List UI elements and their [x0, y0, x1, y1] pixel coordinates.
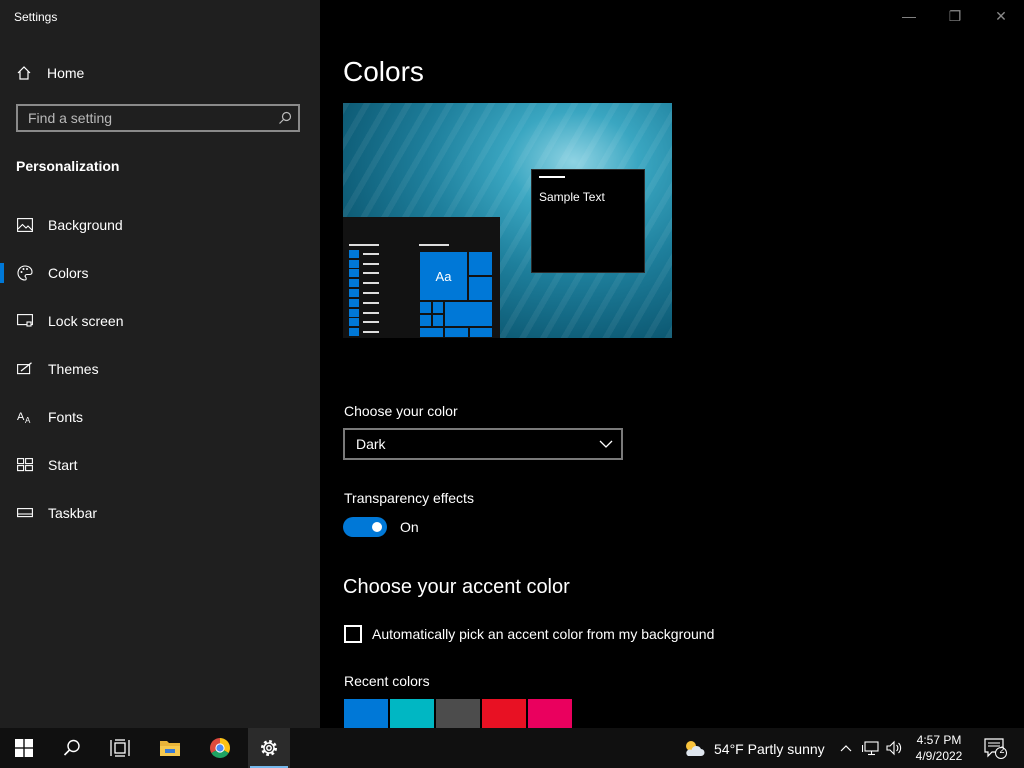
search-button[interactable] [48, 728, 96, 768]
sidebar-item-taskbar[interactable]: Taskbar [0, 493, 320, 533]
preview-sample-window: Sample Text [531, 169, 645, 273]
windows-logo-icon [15, 739, 33, 757]
auto-accent-checkbox[interactable] [344, 625, 362, 643]
search-icon [279, 111, 292, 124]
clock[interactable]: 4:57 PM 4/9/2022 [908, 732, 970, 764]
home-link[interactable]: Home [16, 62, 84, 84]
sidebar-item-label: Fonts [48, 409, 84, 425]
svg-text:A: A [17, 411, 25, 423]
taskbar-icon [17, 505, 33, 521]
window-controls: — ❐ ✕ [886, 0, 1024, 32]
sidebar-item-label: Start [48, 457, 78, 473]
page-title: Colors [343, 56, 424, 87]
preview-tile-aa: Aa [419, 251, 468, 301]
sidebar-item-themes[interactable]: Themes [0, 349, 320, 389]
weather-widget[interactable] [680, 728, 708, 768]
lock-screen-icon [17, 313, 33, 329]
search-input[interactable] [28, 106, 268, 130]
search-icon [63, 739, 80, 756]
sidebar-item-label: Background [48, 217, 123, 233]
sidebar-item-colors[interactable]: Colors [0, 253, 320, 293]
network-button[interactable] [860, 728, 882, 768]
sample-text: Sample Text [539, 190, 605, 204]
recent-color-swatch[interactable] [344, 699, 388, 728]
sidebar-item-label: Taskbar [48, 505, 98, 521]
chrome-button[interactable] [196, 728, 244, 768]
svg-text:A: A [25, 416, 31, 424]
auto-accent-label: Automatically pick an accent color from … [372, 626, 715, 642]
preview-app-list [349, 249, 379, 337]
clock-date: 4/9/2022 [915, 749, 963, 763]
transparency-state: On [400, 519, 419, 535]
recent-color-swatch[interactable] [482, 699, 526, 728]
sidebar: Settings Home Personalization Background… [0, 0, 320, 728]
restore-button[interactable]: ❐ [932, 0, 978, 32]
notification-count: 2 [999, 745, 1005, 755]
chevron-up-icon [840, 745, 852, 752]
home-icon [16, 65, 32, 81]
network-icon [862, 741, 879, 756]
sidebar-item-background[interactable]: Background [0, 205, 320, 245]
color-preview: Aa Sample Text [343, 103, 672, 338]
choose-color-dropdown[interactable]: Dark [343, 428, 623, 460]
start-button[interactable] [0, 728, 48, 768]
fonts-icon: AA [17, 409, 33, 425]
sidebar-item-label: Colors [48, 265, 89, 281]
minimize-button[interactable]: — [886, 0, 932, 32]
picture-icon [17, 217, 33, 233]
themes-icon [17, 361, 33, 377]
preview-bar [539, 176, 565, 178]
close-button[interactable]: ✕ [978, 0, 1024, 32]
show-hidden-icons-button[interactable] [836, 728, 856, 768]
partly-sunny-icon [686, 741, 705, 756]
transparency-label: Transparency effects [344, 490, 474, 506]
preview-bar [419, 244, 449, 246]
choose-color-label: Choose your color [344, 403, 458, 419]
taskbar: 54°F Partly sunny 4:57 PM 4/9/2022 2 [0, 728, 1024, 768]
settings-taskbar-button[interactable] [248, 728, 290, 768]
chrome-icon [210, 738, 230, 758]
main-content: — ❐ ✕ Colors Aa Sample Text Choose your … [320, 0, 1024, 728]
sidebar-item-lock-screen[interactable]: Lock screen [0, 301, 320, 341]
sidebar-item-fonts[interactable]: AA Fonts [0, 397, 320, 437]
clock-time: 4:57 PM [916, 733, 962, 747]
speaker-icon [886, 740, 902, 756]
chevron-down-icon [599, 440, 613, 448]
sidebar-item-label: Themes [48, 361, 99, 377]
recent-color-swatch[interactable] [390, 699, 434, 728]
action-center-button[interactable]: 2 [978, 728, 1012, 768]
search-box[interactable] [16, 104, 300, 132]
preview-bar [349, 244, 379, 246]
section-title: Personalization [16, 158, 120, 174]
recent-color-swatch[interactable] [528, 699, 572, 728]
recent-colors-label: Recent colors [344, 673, 430, 689]
volume-button[interactable] [884, 728, 906, 768]
preview-tiles: Aa [419, 251, 493, 338]
folder-icon [160, 741, 180, 756]
sidebar-item-start[interactable]: Start [0, 445, 320, 485]
transparency-toggle[interactable] [343, 517, 387, 537]
preview-start-menu: Aa [343, 217, 500, 338]
start-icon [17, 457, 33, 473]
selection-indicator [0, 263, 4, 283]
app-title: Settings [14, 10, 58, 24]
toggle-knob [372, 522, 382, 532]
task-view-button[interactable] [96, 728, 144, 768]
file-explorer-button[interactable] [146, 728, 194, 768]
sidebar-item-label: Lock screen [48, 313, 124, 329]
gear-icon [261, 740, 277, 756]
accent-heading: Choose your accent color [343, 576, 570, 598]
home-label: Home [47, 65, 85, 81]
palette-icon [17, 265, 33, 281]
recent-color-swatch[interactable] [436, 699, 480, 728]
dropdown-value: Dark [356, 436, 386, 452]
task-view-icon [110, 739, 130, 757]
weather-text[interactable]: 54°F Partly sunny [714, 741, 825, 757]
